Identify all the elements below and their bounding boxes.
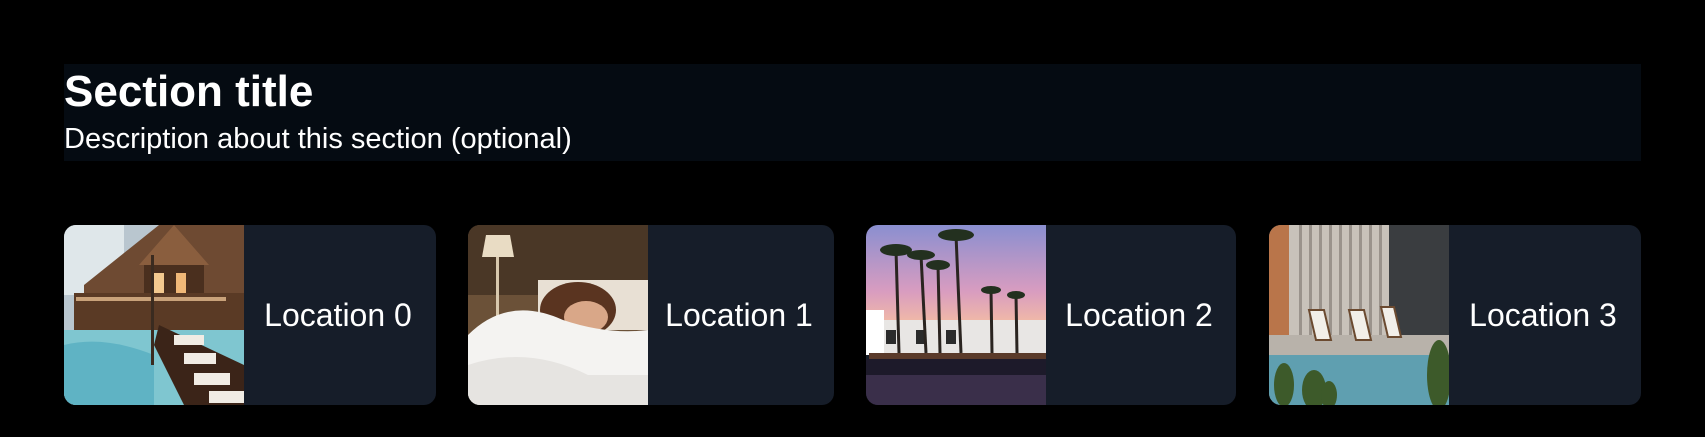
location-label-0: Location 0	[264, 296, 412, 333]
section-header: Section title Description about this sec…	[64, 64, 1641, 161]
location-card-2[interactable]: Location 2	[866, 225, 1236, 405]
poolside-chairs-image	[1269, 225, 1449, 405]
location-0-photo	[64, 225, 244, 405]
location-card-1[interactable]: Location 1	[468, 225, 834, 405]
palm-trees-pool-image	[866, 225, 1046, 405]
page: Section title Description about this sec…	[0, 0, 1705, 437]
location-2-photo	[866, 225, 1046, 405]
location-label-2: Location 2	[1065, 296, 1213, 333]
resort-pool-lodge-image	[64, 225, 244, 405]
location-card-3[interactable]: Location 3	[1269, 225, 1641, 405]
location-label-1: Location 1	[665, 296, 813, 333]
location-1-photo	[468, 225, 648, 405]
person-sleeping-image	[468, 225, 648, 405]
section-description: Description about this section (optional…	[64, 123, 572, 155]
location-3-photo	[1269, 225, 1449, 405]
location-card-0[interactable]: Location 0	[64, 225, 436, 405]
location-label-3: Location 3	[1469, 296, 1617, 333]
section-title: Section title	[64, 67, 314, 116]
